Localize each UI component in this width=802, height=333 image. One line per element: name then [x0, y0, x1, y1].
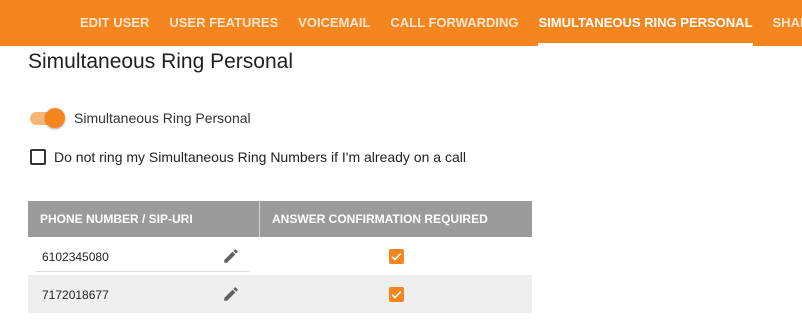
tab-edit-user[interactable]: EDIT USER [70, 0, 159, 46]
phone-cell: 7172018677 [28, 275, 260, 313]
do-not-ring-label: Do not ring my Simultaneous Ring Numbers… [54, 149, 466, 165]
confirmation-checkbox[interactable] [388, 248, 404, 264]
pencil-icon[interactable] [222, 285, 240, 303]
tab-shared[interactable]: SHAR [763, 0, 802, 46]
checkmark-icon [391, 252, 401, 261]
table-header: PHONE NUMBER / SIP-URI ANSWER CONFIRMATI… [28, 201, 532, 237]
simring-toggle-row: Simultaneous Ring Personal [30, 108, 251, 128]
tab-call-forwarding[interactable]: CALL FORWARDING [380, 0, 528, 46]
tab-simultaneous-ring-personal[interactable]: SIMULTANEOUS RING PERSONAL [528, 0, 762, 46]
phone-cell: 6102345080 [28, 237, 260, 275]
simring-toggle[interactable] [30, 108, 66, 128]
tab-list: EDIT USER USER FEATURES VOICEMAIL CALL F… [70, 0, 802, 46]
header-answer-confirmation: ANSWER CONFIRMATION REQUIRED [272, 212, 488, 226]
pencil-icon[interactable] [222, 247, 240, 265]
phone-number: 6102345080 [42, 250, 109, 264]
tab-bar: EDIT USER USER FEATURES VOICEMAIL CALL F… [0, 0, 802, 46]
table-row: 6102345080 [28, 237, 532, 275]
phone-number: 7172018677 [42, 288, 109, 302]
checkmark-icon [391, 290, 401, 299]
page-title: Simultaneous Ring Personal [28, 50, 293, 73]
field-underline [36, 271, 250, 272]
tab-user-features[interactable]: USER FEATURES [159, 0, 288, 46]
confirmation-cell [260, 275, 532, 313]
do-not-ring-row: Do not ring my Simultaneous Ring Numbers… [30, 149, 466, 165]
toggle-thumb [45, 108, 65, 128]
ring-numbers-table: PHONE NUMBER / SIP-URI ANSWER CONFIRMATI… [28, 201, 532, 313]
tab-voicemail[interactable]: VOICEMAIL [288, 0, 380, 46]
do-not-ring-checkbox[interactable] [30, 149, 46, 165]
header-phone-number: PHONE NUMBER / SIP-URI [28, 201, 260, 237]
confirmation-checkbox[interactable] [388, 286, 404, 302]
confirmation-cell [260, 237, 532, 275]
table-row: 7172018677 [28, 275, 532, 313]
simring-toggle-label: Simultaneous Ring Personal [74, 110, 251, 126]
